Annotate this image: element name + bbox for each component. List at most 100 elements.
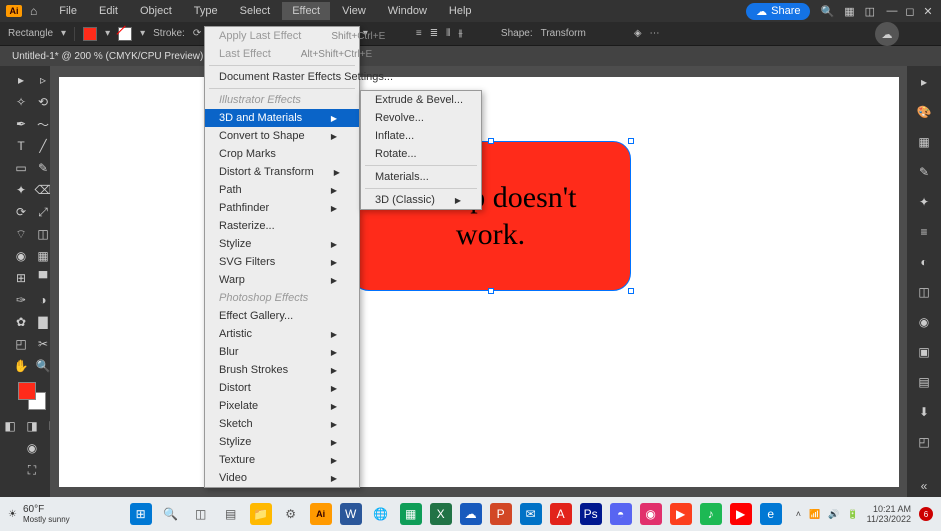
fill-swatch[interactable] (83, 27, 97, 41)
selection-handle[interactable] (488, 288, 494, 294)
stroke-panel-icon[interactable]: ≡ (912, 220, 936, 244)
cloud-badge-icon[interactable]: ☁ (875, 22, 899, 46)
draw-mode-icon[interactable]: ◉ (22, 438, 42, 458)
excel-icon[interactable]: X (430, 503, 452, 525)
media-icon[interactable]: ▶ (670, 503, 692, 525)
illustrator-taskbar-icon[interactable]: Ai (310, 503, 332, 525)
menu-sketch[interactable]: Sketch▶ (205, 415, 359, 433)
menu-type[interactable]: Type (184, 2, 228, 20)
menu-distort-ps[interactable]: Distort▶ (205, 379, 359, 397)
menu-pathfinder[interactable]: Pathfinder▶ (205, 199, 359, 217)
hand-tool-icon[interactable]: ✋ (11, 356, 31, 376)
menu-rotate-3d[interactable]: Rotate... (361, 145, 481, 163)
menu-edit[interactable]: Edit (89, 2, 128, 20)
youtube-icon[interactable]: ▶ (730, 503, 752, 525)
menu-convert-to-shape[interactable]: Convert to Shape▶ (205, 127, 359, 145)
menu-pixelate[interactable]: Pixelate▶ (205, 397, 359, 415)
sheets-icon[interactable]: ▦ (400, 503, 422, 525)
explorer-icon[interactable]: 📁 (250, 503, 272, 525)
menu-inflate[interactable]: Inflate... (361, 127, 481, 145)
selection-handle[interactable] (628, 138, 634, 144)
align-icon[interactable]: ⫵ (458, 28, 463, 39)
chrome-icon[interactable]: 🌐 (370, 503, 392, 525)
shape-dropdown-icon[interactable]: ▾ (61, 28, 66, 39)
menu-rasterize[interactable]: Rasterize... (205, 217, 359, 235)
clock-time[interactable]: 10:21 AM (867, 504, 911, 514)
menu-brush-strokes[interactable]: Brush Strokes▶ (205, 361, 359, 379)
clock-date[interactable]: 11/23/2022 (867, 514, 911, 524)
photoshop-icon[interactable]: Ps (580, 503, 602, 525)
menu-materials[interactable]: Materials... (361, 168, 481, 186)
notification-icon[interactable]: 6 (919, 507, 933, 521)
align-icon[interactable]: ≡ (416, 28, 422, 39)
pen-tool-icon[interactable]: ✒ (11, 114, 31, 134)
volume-icon[interactable]: 🔊 (828, 509, 839, 520)
selection-handle[interactable] (488, 138, 494, 144)
edge-icon[interactable]: e (760, 503, 782, 525)
shaper-tool-icon[interactable]: ✦ (11, 180, 31, 200)
menu-doc-raster-settings[interactable]: Document Raster Effects Settings... (205, 68, 359, 86)
menu-video[interactable]: Video▶ (205, 469, 359, 487)
magic-wand-tool-icon[interactable]: ✧ (11, 92, 31, 112)
brushes-panel-icon[interactable]: ✎ (912, 160, 936, 184)
onedrive-icon[interactable]: ☁ (460, 503, 482, 525)
instagram-icon[interactable]: ◉ (640, 503, 662, 525)
selection-tool-icon[interactable]: ▸ (11, 70, 31, 90)
symbols-panel-icon[interactable]: ✦ (912, 190, 936, 214)
menu-select[interactable]: Select (230, 2, 281, 20)
workspace-icon[interactable]: ▦ (844, 5, 854, 18)
expand-panels-icon[interactable]: « (912, 474, 936, 498)
home-icon[interactable]: ⌂ (30, 4, 37, 18)
stroke-swatch[interactable] (118, 27, 132, 41)
artboard-tool-icon[interactable]: ◰ (11, 334, 31, 354)
settings-icon[interactable]: ⚙ (280, 503, 302, 525)
screen-mode-icon[interactable]: ⛶ (22, 460, 42, 480)
task-view-icon[interactable]: ◫ (190, 503, 212, 525)
gradient-mode-icon[interactable]: ◨ (22, 416, 42, 436)
weather-widget[interactable]: ☀ 60°F Mostly sunny (8, 504, 70, 524)
menu-svg-filters[interactable]: SVG Filters▶ (205, 253, 359, 271)
width-tool-icon[interactable]: ⌔ (11, 224, 31, 244)
chevron-down-icon[interactable]: ▾ (105, 28, 110, 39)
mesh-tool-icon[interactable]: ⊞ (11, 268, 31, 288)
more-icon[interactable]: ⋯ (650, 28, 660, 39)
stroke-width-stepper[interactable]: ⟳ (193, 28, 201, 39)
isolate-icon[interactable]: ◈ (634, 28, 642, 39)
close-button[interactable]: ✕ (921, 4, 935, 18)
acrobat-icon[interactable]: A (550, 503, 572, 525)
layers-panel-icon[interactable]: ▤ (912, 370, 936, 394)
chevron-down-icon[interactable]: ▾ (140, 28, 145, 39)
appearance-panel-icon[interactable]: ◉ (912, 310, 936, 334)
asset-export-panel-icon[interactable]: ⬇ (912, 400, 936, 424)
search-taskbar-icon[interactable]: 🔍 (160, 503, 182, 525)
menu-effect-gallery[interactable]: Effect Gallery... (205, 307, 359, 325)
menu-artistic[interactable]: Artistic▶ (205, 325, 359, 343)
rectangle-tool-icon[interactable]: ▭ (11, 158, 31, 178)
menu-blur[interactable]: Blur▶ (205, 343, 359, 361)
color-swatch-stack[interactable] (18, 382, 46, 410)
shape-builder-tool-icon[interactable]: ◉ (11, 246, 31, 266)
menu-window[interactable]: Window (378, 2, 437, 20)
eyedropper-tool-icon[interactable]: ✑ (11, 290, 31, 310)
share-button[interactable]: ☁Share (746, 3, 810, 20)
start-button[interactable]: ⊞ (130, 503, 152, 525)
color-mode-icon[interactable]: ◧ (0, 416, 20, 436)
menu-revolve[interactable]: Revolve... (361, 109, 481, 127)
symbol-sprayer-tool-icon[interactable]: ✿ (11, 312, 31, 332)
widgets-icon[interactable]: ▤ (220, 503, 242, 525)
gradient-panel-icon[interactable]: ◐ (912, 250, 936, 274)
minimize-button[interactable]: — (885, 4, 899, 18)
menu-distort-transform[interactable]: Distort & Transform▶ (205, 163, 359, 181)
type-tool-icon[interactable]: T (11, 136, 31, 156)
menu-extrude-bevel[interactable]: Extrude & Bevel... (361, 91, 481, 109)
arrange-icon[interactable]: ◫ (865, 5, 875, 18)
outlook-icon[interactable]: ✉ (520, 503, 542, 525)
spotify-icon[interactable]: ♪ (700, 503, 722, 525)
selection-handle[interactable] (628, 288, 634, 294)
swatches-panel-icon[interactable]: ▦ (912, 130, 936, 154)
discord-icon[interactable]: ◓ (610, 503, 632, 525)
foreground-swatch[interactable] (18, 382, 36, 400)
menu-file[interactable]: File (49, 2, 87, 20)
menu-texture[interactable]: Texture▶ (205, 451, 359, 469)
powerpoint-icon[interactable]: P (490, 503, 512, 525)
